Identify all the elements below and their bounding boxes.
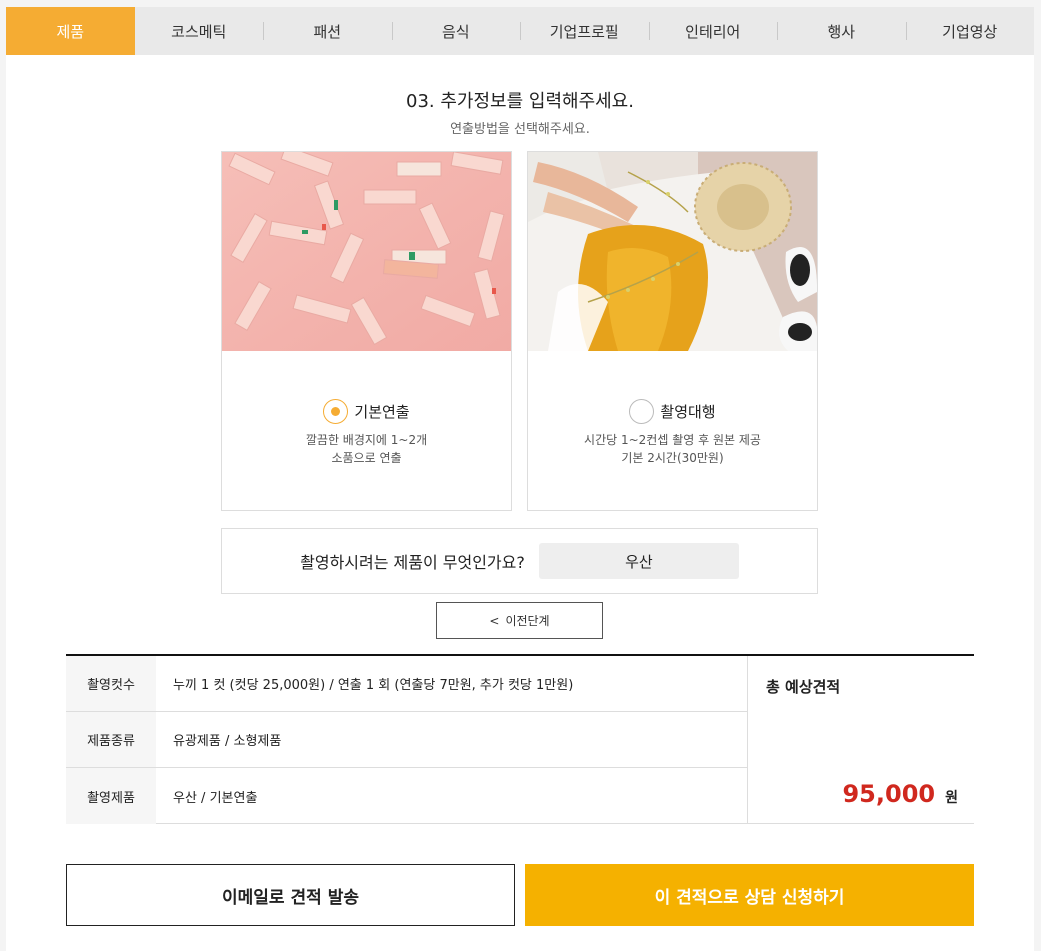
tab-cosmetic[interactable]: 코스메틱 — [135, 7, 264, 55]
question-label: 촬영하시려는 제품이 무엇인가요? — [300, 553, 525, 572]
option-radio-row[interactable]: 기본연출 — [222, 399, 511, 424]
tab-interior[interactable]: 인테리어 — [648, 7, 778, 55]
total-label: 총 예상견적 — [766, 678, 841, 696]
option-description: 깔끔한 배경지에 1~2개 소품으로 연출 — [222, 431, 511, 467]
total-price: 95,000 — [842, 780, 936, 808]
tab-product[interactable]: 제품 — [6, 7, 135, 55]
option-description: 시간당 1~2컨셉 촬영 후 원본 제공 기본 2시간(30만원) — [528, 431, 817, 467]
option-label: 기본연출 — [354, 403, 410, 421]
table-row: 촬영컷수 누끼 1 컷 (컷당 25,000원) / 연출 1 회 (연출당 7… — [66, 656, 747, 712]
row-label: 촬영제품 — [66, 768, 156, 824]
option-desc-line: 시간당 1~2컨셉 촬영 후 원본 제공 — [584, 433, 761, 447]
radio-selected-icon[interactable] — [323, 399, 349, 424]
option-desc-line: 기본 2시간(30만원) — [621, 451, 724, 465]
category-tabs: 제품 코스메틱 패션 음식 기업프로필 인테리어 행사 기업영상 — [6, 7, 1034, 55]
option-desc-line: 소품으로 연출 — [331, 451, 402, 465]
table-row: 제품종류 유광제품 / 소형제품 — [66, 712, 747, 768]
row-label: 촬영컷수 — [66, 656, 156, 711]
pink-cosmetics-photo — [222, 152, 511, 351]
total-amount: 95,000 원 — [842, 780, 958, 808]
tab-event[interactable]: 행사 — [777, 7, 906, 55]
table-row: 촬영제품 우산 / 기본연출 — [66, 768, 747, 824]
row-label: 제품종류 — [66, 712, 156, 767]
step-subtitle: 연출방법을 선택해주세요. — [450, 122, 590, 137]
summary-table: 촬영컷수 누끼 1 컷 (컷당 25,000원) / 연출 1 회 (연출당 7… — [66, 656, 747, 824]
chevron-left-icon: < — [489, 613, 500, 628]
total-estimate: 총 예상견적 95,000 원 — [747, 656, 974, 824]
row-value: 유광제품 / 소형제품 — [173, 734, 282, 749]
currency-unit: 원 — [945, 790, 958, 806]
product-question: 촬영하시려는 제품이 무엇인가요? — [221, 528, 818, 594]
send-email-button[interactable]: 이메일로 견적 발송 — [66, 864, 515, 926]
previous-step-label: 이전단계 — [505, 614, 550, 628]
tab-company-video[interactable]: 기업영상 — [905, 7, 1035, 55]
option-card-basic[interactable]: 기본연출 깔끔한 배경지에 1~2개 소품으로 연출 — [221, 151, 512, 511]
option-card-shooting-agency[interactable]: 촬영대행 시간당 1~2컨셉 촬영 후 원본 제공 기본 2시간(30만원) — [527, 151, 818, 511]
radio-unselected-icon[interactable] — [629, 399, 655, 424]
estimate-summary: 촬영컷수 누끼 1 컷 (컷당 25,000원) / 연출 1 회 (연출당 7… — [66, 654, 974, 824]
step-title: 03. 추가정보를 입력해주세요. — [406, 91, 634, 112]
option-radio-row[interactable]: 촬영대행 — [528, 399, 817, 424]
product-input[interactable] — [538, 543, 739, 579]
option-label: 촬영대행 — [660, 403, 716, 421]
picnic-clothes-photo — [528, 152, 817, 351]
row-value: 우산 / 기본연출 — [173, 790, 258, 806]
row-value: 누끼 1 컷 (컷당 25,000원) / 연출 1 회 (연출당 7만원, 추… — [173, 678, 574, 693]
tab-fashion[interactable]: 패션 — [263, 7, 392, 55]
estimate-page: 제품 코스메틱 패션 음식 기업프로필 인테리어 행사 기업영상 03. 추가정… — [6, 7, 1034, 951]
tab-company-profile[interactable]: 기업프로필 — [520, 7, 649, 55]
previous-step-button[interactable]: < 이전단계 — [436, 602, 603, 639]
tab-food[interactable]: 음식 — [391, 7, 521, 55]
option-desc-line: 깔끔한 배경지에 1~2개 — [305, 433, 428, 447]
apply-consultation-button[interactable]: 이 견적으로 상담 신청하기 — [525, 864, 974, 926]
